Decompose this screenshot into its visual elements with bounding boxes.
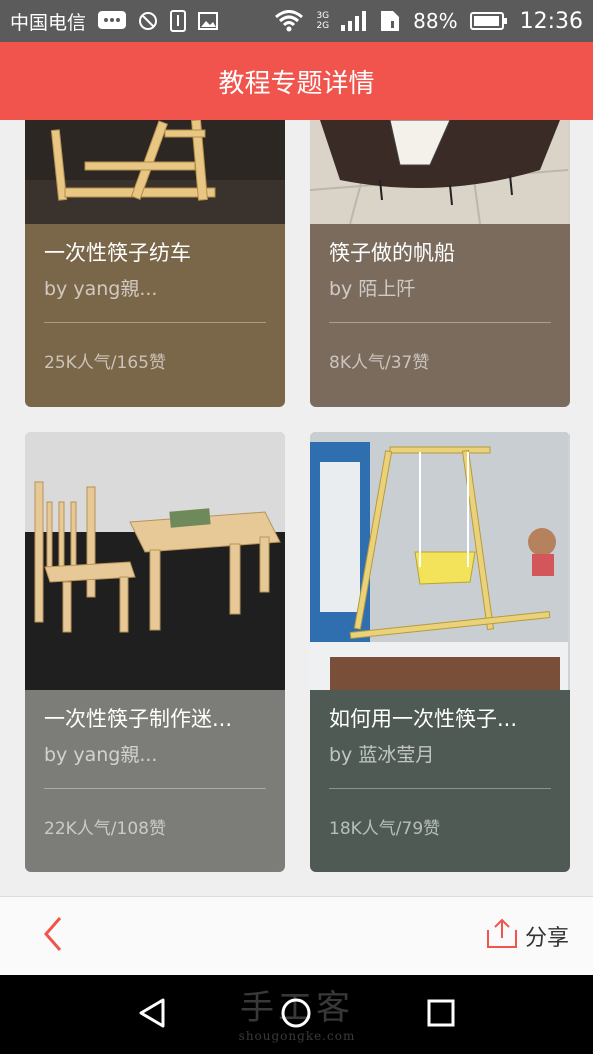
- app-header: 教程专题详情: [0, 42, 593, 120]
- card-body: 如何用一次性筷子... by 蓝冰莹月 18K人气/79赞: [310, 690, 570, 841]
- battery-percent: 88%: [413, 9, 458, 33]
- tutorial-card[interactable]: 筷子做的帆船 by 陌上阡 8K人气/37赞: [310, 120, 570, 407]
- battery-icon: [469, 11, 508, 31]
- card-divider: [329, 322, 551, 323]
- watermark: 手工客 shougongke.com: [232, 980, 362, 1043]
- message-icon: [98, 11, 127, 31]
- card-stats: 25K人气/165赞: [44, 353, 166, 373]
- carrier-label: 中国电信: [10, 11, 87, 34]
- usb-icon: [170, 10, 187, 32]
- card-body: 筷子做的帆船 by 陌上阡 8K人气/37赞: [310, 224, 570, 375]
- network-type-label: 3G 2G: [316, 11, 330, 31]
- card-stats: 8K人气/37赞: [329, 353, 430, 373]
- nav-back-button[interactable]: [122, 985, 182, 1045]
- nav-recents-button[interactable]: [411, 985, 471, 1045]
- card-divider: [44, 788, 266, 789]
- page-title: 教程专题详情: [218, 68, 375, 99]
- card-title: 筷子做的帆船: [329, 241, 455, 265]
- card-author: by yang親...: [44, 278, 158, 300]
- image-icon: [198, 12, 219, 30]
- card-author: by yang親...: [44, 744, 158, 766]
- bottom-action-bar: 分享: [0, 896, 593, 975]
- card-divider: [44, 322, 266, 323]
- card-title: 一次性筷子制作迷...: [44, 707, 233, 731]
- tutorial-photo-spinning-wheel: [25, 120, 285, 224]
- back-button[interactable]: [18, 897, 88, 976]
- chevron-left-icon: [42, 916, 64, 956]
- triangle-back-icon: [135, 996, 169, 1034]
- card-body: 一次性筷子制作迷... by yang親... 22K人气/108赞: [25, 690, 285, 841]
- card-stats: 18K人气/79赞: [329, 819, 441, 839]
- wifi-icon: [274, 10, 304, 32]
- status-bar: 中国电信 3G 2G 88% 12:36: [0, 0, 593, 42]
- tutorial-card[interactable]: 一次性筷子纺车 by yang親... 25K人气/165赞: [25, 120, 285, 407]
- share-label: 分享: [524, 926, 569, 951]
- card-author: by 蓝冰莹月: [329, 744, 435, 766]
- tutorial-card[interactable]: 一次性筷子制作迷... by yang親... 22K人气/108赞: [25, 432, 285, 872]
- tutorial-photo-sailboat: [310, 120, 570, 224]
- tutorial-photo-swing: [310, 432, 570, 690]
- card-title: 如何用一次性筷子...: [329, 707, 518, 731]
- card-stats: 22K人气/108赞: [44, 819, 166, 839]
- blocked-icon: [138, 11, 158, 31]
- square-recents-icon: [424, 996, 458, 1034]
- tutorial-grid[interactable]: 一次性筷子纺车 by yang親... 25K人气/165赞 筷子做的帆船 by…: [0, 120, 593, 896]
- card-divider: [329, 788, 551, 789]
- card-title: 一次性筷子纺车: [44, 241, 191, 265]
- card-body: 一次性筷子纺车 by yang親... 25K人气/165赞: [25, 224, 285, 375]
- watermark-url: shougongke.com: [238, 1029, 356, 1043]
- share-icon: [485, 916, 519, 956]
- card-author: by 陌上阡: [329, 278, 416, 300]
- share-button[interactable]: 分享: [485, 916, 569, 956]
- signal-icon: [341, 11, 367, 31]
- tutorial-card[interactable]: 如何用一次性筷子... by 蓝冰莹月 18K人气/79赞: [310, 432, 570, 872]
- tutorial-photo-table-chair: [25, 432, 285, 690]
- watermark-text: 手工客: [240, 988, 354, 1028]
- clock: 12:36: [519, 8, 583, 34]
- sim-icon: [379, 9, 401, 33]
